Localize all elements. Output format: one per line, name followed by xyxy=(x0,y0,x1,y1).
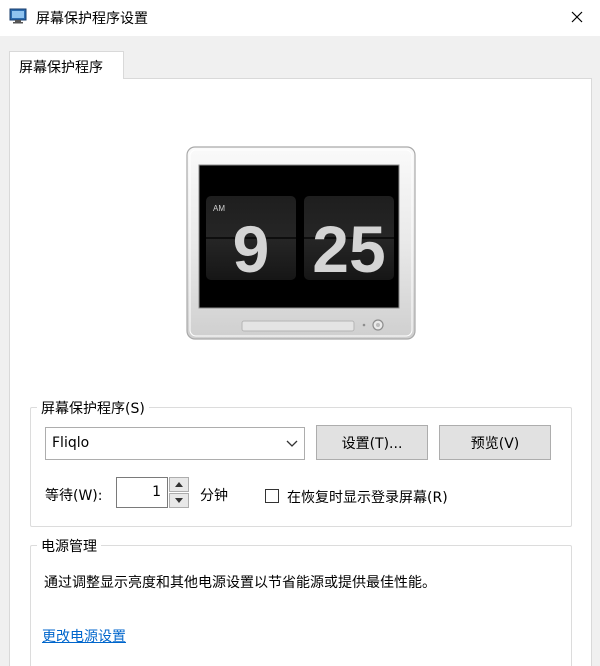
power-management-label: 电源管理 xyxy=(37,536,101,556)
clock-minute: 25 xyxy=(312,212,385,286)
logon-screen-checkbox-label[interactable]: 在恢复时显示登录屏幕(R) xyxy=(287,487,448,507)
wait-minutes-stepper xyxy=(169,477,189,508)
close-icon xyxy=(571,11,583,23)
wait-minutes-input[interactable]: 1 xyxy=(116,477,168,508)
title-bar: 屏幕保护程序设置 xyxy=(0,0,600,36)
window-title: 屏幕保护程序设置 xyxy=(36,11,148,27)
power-management-group: 电源管理 xyxy=(30,536,572,666)
triangle-down-icon xyxy=(175,498,183,503)
wait-label: 等待(W): xyxy=(45,488,103,504)
monitor-preview: AM 9 25 xyxy=(186,146,416,340)
settings-button[interactable]: 设置(T)... xyxy=(316,425,428,460)
preview-button[interactable]: 预览(V) xyxy=(439,425,551,460)
tab-label: 屏幕保护程序 xyxy=(19,60,103,76)
screensaver-select-value: Fliqlo xyxy=(52,435,90,451)
spin-up-button[interactable] xyxy=(169,477,189,492)
clock-hour: 9 xyxy=(233,212,270,286)
spin-down-button[interactable] xyxy=(169,493,189,508)
clock-ampm: AM xyxy=(213,204,225,213)
power-description: 通过调整显示亮度和其他电源设置以节省能源或提供最佳性能。 xyxy=(44,575,436,591)
tab-screensaver[interactable]: 屏幕保护程序 xyxy=(9,51,124,79)
screensaver-select[interactable]: Fliqlo xyxy=(45,427,305,460)
change-power-settings-link[interactable]: 更改电源设置 xyxy=(42,626,126,646)
logon-screen-checkbox[interactable] xyxy=(265,489,279,503)
minutes-unit-label: 分钟 xyxy=(200,488,228,504)
display-settings-icon xyxy=(9,8,27,24)
screensaver-group-label: 屏幕保护程序(S) xyxy=(37,398,149,418)
triangle-up-icon xyxy=(175,482,183,487)
close-button[interactable] xyxy=(554,0,600,34)
chevron-down-icon xyxy=(286,437,298,452)
